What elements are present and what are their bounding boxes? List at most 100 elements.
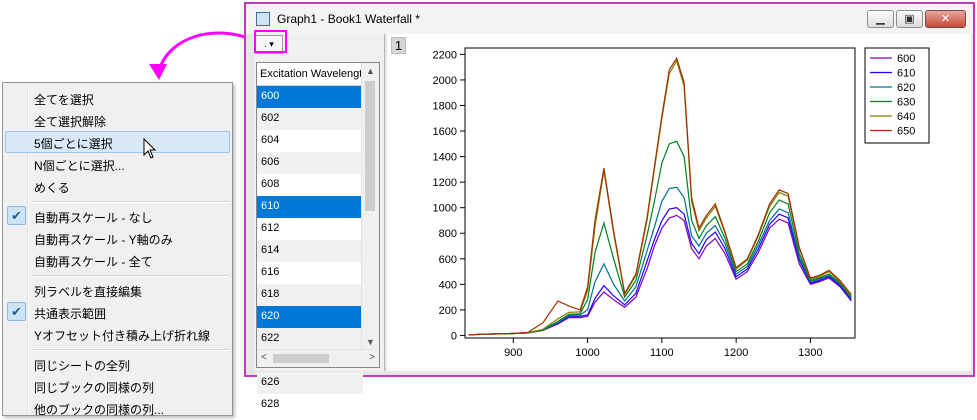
menu-item-label: 同じブックの同様の列 [34,381,155,395]
legend-label: 620 [897,82,915,94]
series-line-650 [468,56,852,336]
menu-item-label: N個ごとに選択... [34,159,125,173]
window-title: Graph1 - Book1 Waterfall * [277,12,420,26]
window-controls: ▁ ▣ ✕ [867,10,966,28]
list-item[interactable]: 608 [257,174,363,196]
waterfall-chart: 0 200 400 600 800 1000 1200 1400 1600 1800 2000 220… [433,47,930,359]
y-tick-label: 0 [451,330,457,342]
list-item[interactable]: 600 [257,86,363,108]
list-column-header[interactable]: Excitation Wavelength [257,63,363,86]
x-tick-label: 900 [504,347,522,359]
series-line-600 [468,214,852,336]
legend-label: 640 [897,111,915,123]
y-tick-label: 2200 [433,49,457,61]
legend-label: 650 [897,126,915,138]
graph-window-icon [256,12,270,26]
y-tick-label: 800 [439,228,457,240]
y-tick-label: 1000 [433,203,457,215]
list-item[interactable]: 620 [257,306,363,328]
legend-label: 600 [897,53,915,65]
list-item[interactable]: 626 [257,372,363,394]
menu-item-all-columns-same-sheet[interactable]: 同じシートの全列 [5,353,230,375]
close-button[interactable]: ✕ [925,10,966,28]
scroll-down-icon[interactable]: ▼ [366,337,375,347]
y-tick-label: 400 [439,279,457,291]
menu-item-auto-rescale-all[interactable]: 自動再スケール - 全て [5,249,230,271]
list-header-label: Excitation Wavelength [260,68,363,80]
legend-label: 630 [897,97,915,109]
series-line-610 [468,207,852,336]
scroll-right-icon[interactable]: > [369,352,375,363]
menu-item-label: 同じシートの全列 [34,359,131,373]
mouse-cursor-icon [143,138,157,159]
menu-item-edit-column-label[interactable]: 列ラベルを直接編集 [5,279,230,301]
list-item[interactable]: 614 [257,240,363,262]
list-item[interactable]: 612 [257,218,363,240]
minimize-button[interactable]: ▁ [867,10,894,28]
menu-separator [32,201,229,203]
scroll-up-icon[interactable]: ▲ [366,66,375,76]
list-item[interactable]: 622 [257,328,363,350]
x-tick-label: 1300 [798,347,822,359]
menu-item-label: 自動再スケール - 全て [34,255,153,269]
menu-item-label: Yオフセット付き積み上げ折れ線 [34,329,211,343]
list-item[interactable]: 628 [257,394,363,416]
graph-page: 0 200 400 600 800 1000 1200 1400 1600 1800 2000 220… [387,34,971,371]
menu-item-label: めくる [34,181,70,195]
annotation-arrow-icon [149,31,254,80]
list-item[interactable]: 602 [257,108,363,130]
maximize-button[interactable]: ▣ [896,10,923,28]
vertical-scroll-thumb[interactable] [365,81,375,211]
menu-item-auto-rescale-none[interactable]: ✔ 自動再スケール - なし [5,205,230,227]
menu-item-label: 全て選択解除 [34,115,107,129]
menu-item-label: 自動再スケール - Y軸のみ [34,233,173,247]
series-line-620 [468,186,852,336]
menu-separator [32,349,229,351]
menu-item-label: 全てを選択 [34,93,94,107]
menu-item-select-every-5[interactable]: 5個ごとに選択 [5,131,230,153]
menu-item-common-display-range[interactable]: ✔ 共通表示範囲 [5,301,230,323]
data-browser-panel: . ▾ Excitation Wavelength 600 602 604 606 60… [254,34,385,410]
y-tick-label: 1800 [433,100,457,112]
layer-tab[interactable]: 1 [391,37,406,54]
check-icon: ✔ [7,206,26,225]
menu-item-select-all[interactable]: 全てを選択 [5,87,230,109]
title-bar[interactable]: Graph1 - Book1 Waterfall * ▁ ▣ ✕ [246,4,973,34]
menu-item-label: 他のブックの同様の列... [34,403,165,417]
annotation-highlight [254,30,287,53]
y-tick-label: 2000 [433,75,457,87]
y-tick-label: 1200 [433,177,457,189]
menu-item-label: 共通表示範囲 [34,307,107,321]
menu-item-label: 列ラベルを直接編集 [34,285,143,299]
vertical-scrollbar[interactable]: ▲ ▼ [361,63,379,350]
horizontal-scrollbar[interactable]: < > [257,349,379,367]
context-menu: 全てを選択 全て選択解除 5個ごとに選択 N個ごとに選択... めくる ✔ 自動… [2,82,233,417]
y-tick-label: 1600 [433,126,457,138]
menu-item-deselect-all[interactable]: 全て選択解除 [5,109,230,131]
menu-item-auto-rescale-y[interactable]: 自動再スケール - Y軸のみ [5,227,230,249]
menu-item-similar-columns-other-books[interactable]: 他のブックの同様の列... [5,397,230,417]
menu-item-select-every-n[interactable]: N個ごとに選択... [5,153,230,175]
list-item[interactable]: 616 [257,262,363,284]
menu-item-similar-columns-same-book[interactable]: 同じブックの同様の列 [5,375,230,397]
menu-item-stacked-lines-y-offset[interactable]: Yオフセット付き積み上げ折れ線 [5,323,230,345]
graph-window: Graph1 - Book1 Waterfall * ▁ ▣ ✕ . ▾ Exc… [244,2,975,410]
y-tick-label: 1400 [433,152,457,164]
x-tick-label: 1100 [650,347,674,359]
series-line-640 [468,59,852,336]
list-item[interactable]: 610 [257,196,363,218]
y-tick-label: 200 [439,305,457,317]
scroll-left-icon[interactable]: < [261,352,267,363]
y-tick-label: 600 [439,254,457,266]
plot-frame [464,47,856,339]
menu-item-label: 5個ごとに選択 [34,137,113,151]
x-tick-label: 1000 [575,347,599,359]
horizontal-scroll-thumb[interactable] [273,354,329,363]
menu-separator [32,275,229,277]
menu-item-flip[interactable]: めくる [5,175,230,197]
list-item[interactable]: 604 [257,130,363,152]
list-item[interactable]: 606 [257,152,363,174]
menu-item-label: 自動再スケール - なし [34,211,153,225]
column-listbox[interactable]: Excitation Wavelength 600 602 604 606 608 610… [256,62,380,410]
list-item[interactable]: 618 [257,284,363,306]
